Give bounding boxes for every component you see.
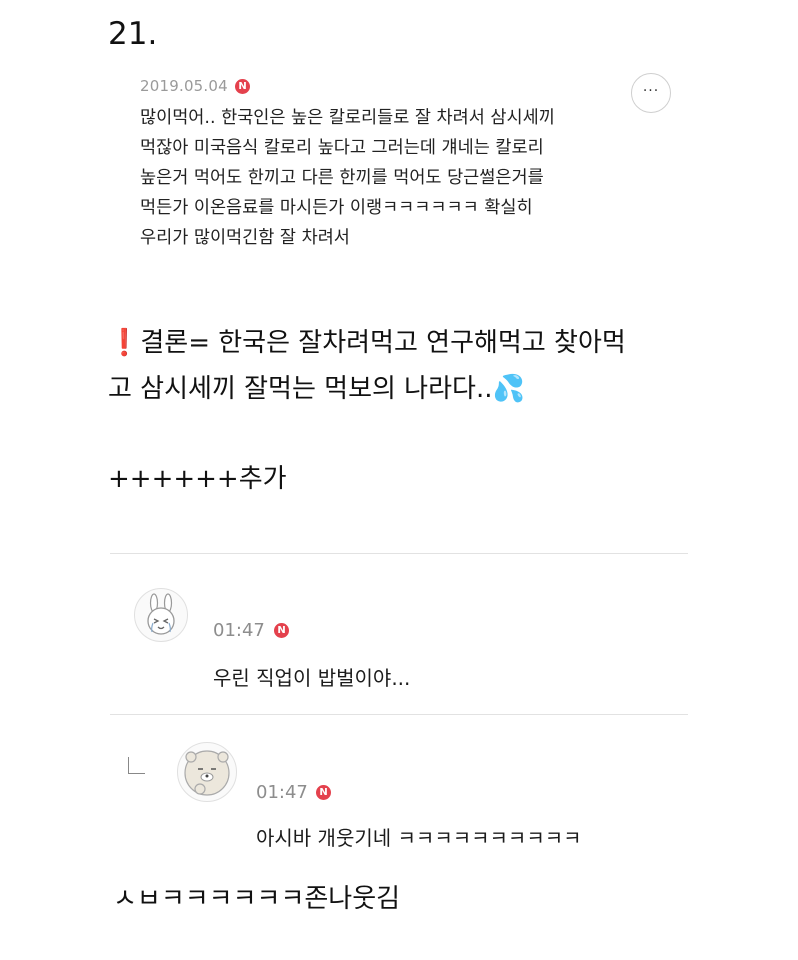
conclusion-line: 고 삼시세끼 잘먹는 먹보의 나라다..💦 [108, 368, 708, 405]
addition-label: ++++++추가 [108, 464, 287, 494]
conclusion-text: 결론= 한국은 잘차려먹고 연구해먹고 찾아먹 [140, 328, 626, 358]
reply-text: 아시바 개웃기네 ㅋㅋㅋㅋㅋㅋㅋㅋㅋㅋ [256, 826, 582, 850]
sweat-drops-icon: 💦 [492, 374, 525, 404]
reply-time: 01:47 [213, 620, 265, 641]
avatar[interactable] [177, 742, 237, 802]
bear-avatar-icon [184, 750, 230, 796]
exclamation-icon: ❗ [108, 328, 141, 358]
divider [110, 714, 688, 715]
new-badge: N [316, 785, 331, 800]
divider [110, 553, 688, 554]
reply-time: 01:47 [256, 782, 308, 803]
conclusion-line: ❗결론= 한국은 잘차려먹고 연구해먹고 찾아먹 [108, 322, 708, 359]
comment-line: 먹든가 이온음료를 마시든가 이랭ㅋㅋㅋㅋㅋㅋ 확실히 [140, 198, 533, 218]
footer-text: ㅅㅂㅋㅋㅋㅋㅋㅋ존나웃김 [113, 884, 401, 914]
reply-text: 우린 직업이 밥벌이야... [213, 666, 411, 690]
crying-rabbit-avatar-icon [147, 593, 175, 635]
section-number: 21. [108, 16, 158, 52]
comment-line: 우리가 많이먹긴함 잘 차려서 [140, 228, 350, 248]
comment-date: 2019.05.04 [140, 77, 228, 95]
conclusion-text: 고 삼시세끼 잘먹는 먹보의 나라다.. [108, 374, 493, 404]
comment-line: 먹잖아 미국음식 칼로리 높다고 그러는데 걔네는 칼로리 [140, 138, 544, 158]
comment-line: 많이먹어.. 한국인은 높은 칼로리들로 잘 차려서 삼시세끼 [140, 108, 555, 128]
avatar[interactable] [134, 588, 188, 642]
reply-indent-icon [128, 757, 145, 774]
new-badge: N [235, 79, 250, 94]
new-badge: N [274, 623, 289, 638]
comment-line: 높은거 먹어도 한끼고 다른 한끼를 먹어도 당근썰은거를 [140, 168, 544, 188]
